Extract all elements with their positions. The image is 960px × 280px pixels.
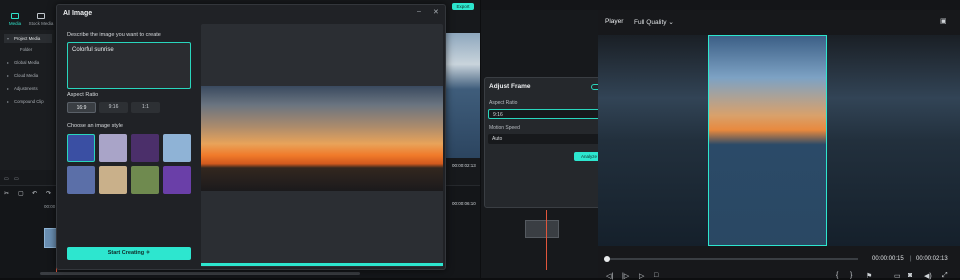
tab-media-label: Media xyxy=(8,21,22,26)
style-thumb[interactable] xyxy=(67,166,95,194)
timeline-clip[interactable] xyxy=(525,220,559,238)
undo-icon[interactable]: ↶ xyxy=(32,190,37,197)
style-label: Choose an image style xyxy=(67,123,123,129)
expand-arrow-icon: ▾ xyxy=(7,36,10,41)
playhead[interactable] xyxy=(546,210,547,270)
generated-image xyxy=(201,86,443,191)
expand-arrow-icon: ▸ xyxy=(7,99,10,104)
expand-arrow-icon: ▸ xyxy=(7,73,10,78)
style-thumb[interactable] xyxy=(99,134,127,162)
ruler-time: 00:00 xyxy=(44,204,56,209)
quality-select[interactable]: Full Quality ⌄ xyxy=(634,18,674,26)
style-thumb[interactable] xyxy=(131,166,159,194)
redo-icon[interactable]: ↷ xyxy=(46,190,51,197)
sparkle-icon: ✧ xyxy=(145,250,151,256)
ratio-16-9-button[interactable]: 16:9 xyxy=(67,102,96,113)
motion-speed-select[interactable]: Auto xyxy=(488,134,604,144)
display-icon[interactable]: ▭ xyxy=(894,272,901,280)
sidebar-item-label: Compound Clip xyxy=(14,99,44,104)
prev-frame-icon[interactable]: ◁| xyxy=(606,272,613,280)
rewind-icon[interactable]: |▷ xyxy=(622,272,629,280)
select-icon[interactable]: ▢ xyxy=(18,190,24,197)
sidebar-item-label: Project Media xyxy=(14,36,41,41)
sidebar-item-compound-clip[interactable]: ▸ Compound Clip xyxy=(4,97,52,106)
fullscreen-icon[interactable]: ⤢ xyxy=(942,272,948,280)
sidebar-item-label: Folder xyxy=(20,47,33,52)
timecode-b: 00:00:06:10 xyxy=(452,201,476,206)
tab-media[interactable]: Media xyxy=(2,10,28,32)
split-icon[interactable]: ✂ xyxy=(4,190,9,197)
sidebar-item-cloud-media[interactable]: ▸ Cloud Media xyxy=(4,71,52,80)
time-separator: | xyxy=(910,256,912,262)
media-icon xyxy=(11,13,19,19)
generation-progress-bar xyxy=(201,263,443,266)
sidebar-item-project-media[interactable]: ▾ Project Media xyxy=(4,34,52,43)
style-thumb[interactable] xyxy=(131,134,159,162)
ratio-1-1-button[interactable]: 1:1 xyxy=(131,102,160,113)
sidebar-item-adjustments[interactable]: ▸ Adjustments xyxy=(4,84,52,93)
style-grid xyxy=(67,134,191,196)
ratio-9-16-button[interactable]: 9:16 xyxy=(99,102,128,113)
folder-icon[interactable]: ▭ xyxy=(14,176,19,182)
prompt-label: Describe the image you want to create xyxy=(67,32,161,38)
background-thumbnail xyxy=(446,33,480,158)
style-thumb[interactable] xyxy=(163,166,191,194)
sidebar-item-label: Global Media xyxy=(14,60,40,65)
sidebar-item-label: Adjustments xyxy=(14,86,38,91)
export-button[interactable]: Export xyxy=(452,3,474,10)
start-creating-button[interactable]: Start Creating ✧ xyxy=(67,247,191,260)
play-icon[interactable]: ▷ xyxy=(639,272,644,280)
progress-knob[interactable] xyxy=(604,256,610,262)
tab-stock-media[interactable]: Stock Media xyxy=(28,10,54,32)
playback-progress[interactable] xyxy=(604,258,858,260)
expand-arrow-icon: ▸ xyxy=(7,60,10,65)
volume-icon[interactable]: ◀) xyxy=(924,272,932,280)
media-sidebar: ▾ Project Media Folder ▸ Global Media ▸ … xyxy=(0,30,55,170)
aspect-ratio-label: Aspect Ratio xyxy=(489,100,518,106)
player-title: Player xyxy=(605,18,624,25)
motion-speed-label: Motion Speed xyxy=(489,125,520,131)
crop-region[interactable] xyxy=(708,35,827,246)
dialog-title: AI Image xyxy=(63,10,93,17)
sidebar-item-global-media[interactable]: ▸ Global Media xyxy=(4,58,52,67)
new-folder-icon[interactable]: ▭ xyxy=(4,176,9,182)
timeline-scrollbar[interactable] xyxy=(40,272,360,275)
sidebar-item-label: Cloud Media xyxy=(14,73,39,78)
tab-stock-media-label: Stock Media xyxy=(28,21,54,26)
stock-media-icon xyxy=(37,13,45,19)
style-thumb[interactable] xyxy=(67,134,95,162)
timecode-a: 00:00:02:13 xyxy=(452,163,476,168)
start-creating-label: Start Creating xyxy=(107,250,145,256)
expand-arrow-icon: ▸ xyxy=(7,86,10,91)
current-time: 00:00:00:15 xyxy=(872,256,904,262)
minimize-icon[interactable]: – xyxy=(417,8,421,15)
total-time: 00:00:02:13 xyxy=(916,256,948,262)
image-preview-panel xyxy=(201,24,443,267)
snapshot-icon[interactable]: ▣ xyxy=(940,17,947,25)
prompt-value: Colorful sunrise xyxy=(72,47,114,53)
sidebar-bottom-icons: ▭ ▭ xyxy=(2,176,54,182)
prompt-input[interactable]: Colorful sunrise xyxy=(67,42,191,89)
style-thumb[interactable] xyxy=(99,166,127,194)
quality-value: Full Quality xyxy=(634,19,667,26)
sidebar-item-folder[interactable]: Folder xyxy=(4,45,52,54)
marker-icon[interactable]: ⚑ xyxy=(866,272,872,280)
ai-image-dialog: AI Image – ✕ Describe the image you want… xyxy=(56,4,446,270)
chevron-down-icon: ⌄ xyxy=(668,19,674,26)
close-icon[interactable]: ✕ xyxy=(433,8,439,16)
aspect-ratio-select[interactable]: 9:16 xyxy=(488,109,604,119)
adjust-frame-title: Adjust Frame xyxy=(489,83,531,90)
style-thumb[interactable] xyxy=(163,134,191,162)
player-panel: Player Full Quality ⌄ ▣ 00:00:00:15 | 00… xyxy=(598,10,960,280)
adjust-frame-panel: Adjust Frame Aspect Ratio 9:16 Motion Sp… xyxy=(484,77,606,208)
aspect-ratio-label: Aspect Ratio xyxy=(67,92,99,98)
